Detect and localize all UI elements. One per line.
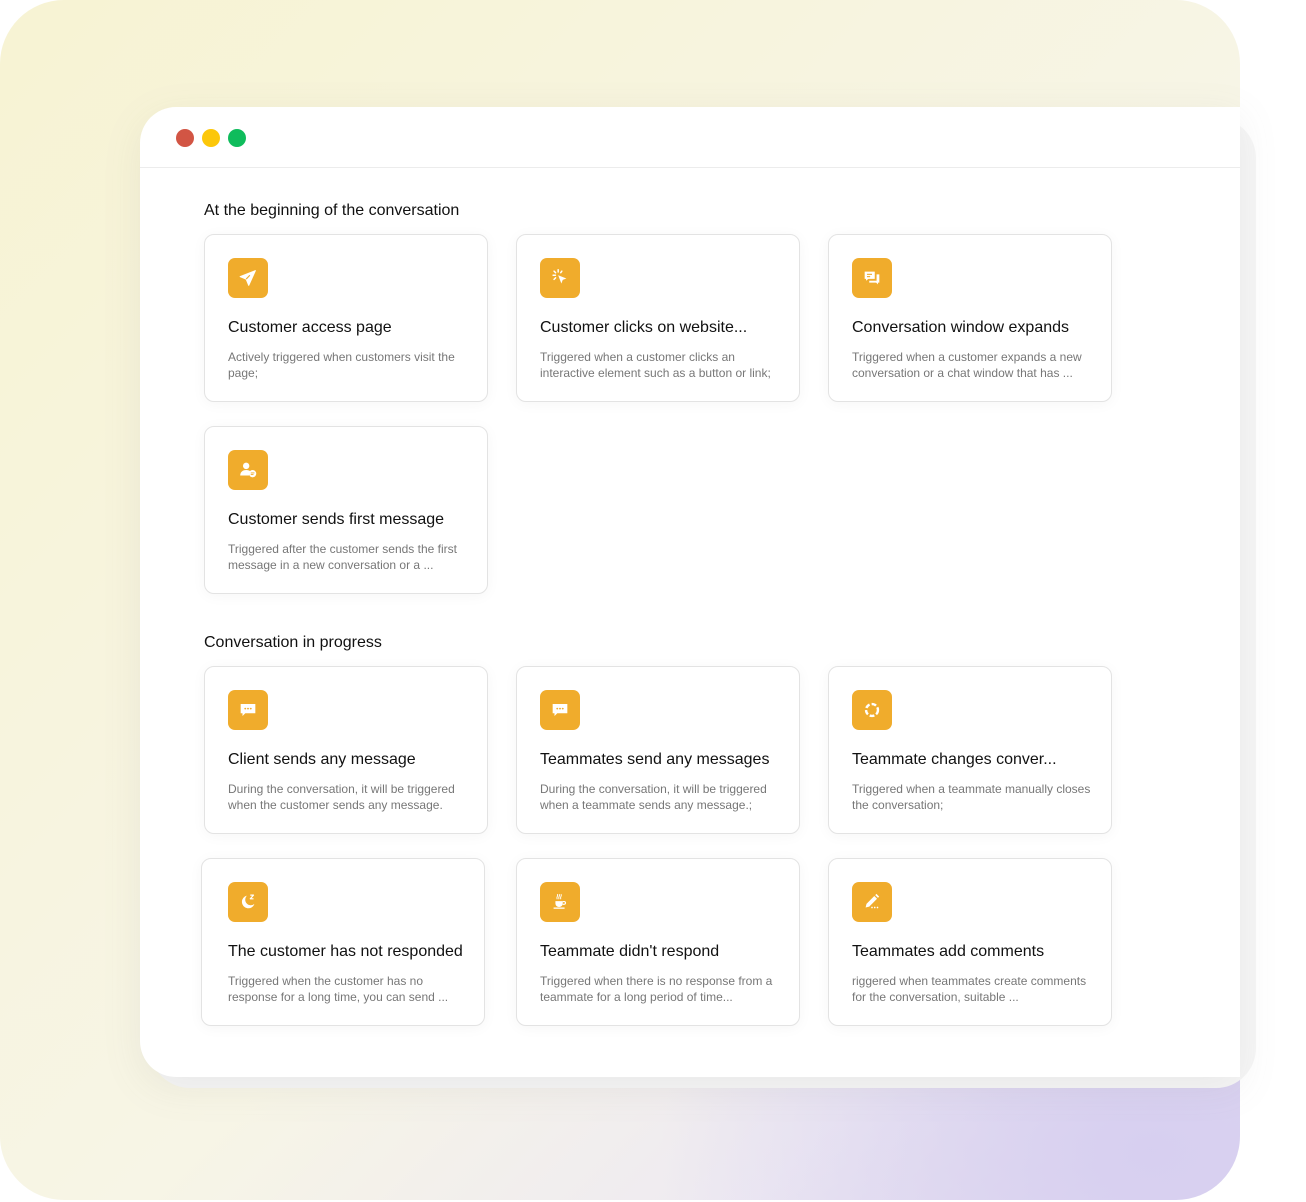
app-window: At the beginning of the conversation Cus… — [140, 107, 1240, 1077]
trigger-list: At the beginning of the conversation Cus… — [201, 167, 1240, 1077]
trigger-card-customer-access-page[interactable]: Customer access page Actively triggered … — [204, 234, 488, 402]
window-controls — [176, 129, 246, 147]
card-title: Teammates send any messages — [540, 751, 770, 768]
card-description: Triggered when there is no response from… — [540, 974, 773, 1004]
user-message-icon — [228, 450, 268, 490]
dashed-circle-icon — [852, 690, 892, 730]
trigger-card-teammates-send-any-messages[interactable]: Teammates send any messages During the c… — [516, 666, 800, 834]
trigger-card-customer-not-responded[interactable]: The customer has not responded Triggered… — [201, 858, 485, 1026]
chat-bubbles-icon — [852, 258, 892, 298]
title-bar — [140, 107, 1240, 168]
section-title-in-progress: Conversation in progress — [204, 634, 382, 651]
message-dots-icon — [540, 690, 580, 730]
trigger-card-teammate-didnt-respond[interactable]: Teammate didn't respond Triggered when t… — [516, 858, 800, 1026]
card-title: Conversation window expands — [852, 319, 1070, 336]
coffee-cup-icon — [540, 882, 580, 922]
card-title: Client sends any message — [228, 751, 416, 768]
card-description: Triggered when a teammate manually close… — [852, 782, 1091, 812]
trigger-card-conversation-window-expands[interactable]: Conversation window expands Triggered wh… — [828, 234, 1112, 402]
card-description: During the conversation, it will be trig… — [228, 782, 455, 812]
card-title: Customer sends first message — [228, 511, 445, 528]
trigger-card-teammate-changes-conversation[interactable]: Teammate changes conver... Triggered whe… — [828, 666, 1112, 834]
card-description: Triggered when the customer has no respo… — [228, 974, 449, 1004]
trigger-card-customer-sends-first-message[interactable]: Customer sends first message Triggered a… — [204, 426, 488, 594]
card-title: Customer clicks on website... — [540, 319, 748, 336]
moon-sleep-icon — [228, 882, 268, 922]
card-title: Teammate didn't respond — [540, 943, 720, 960]
card-description: Triggered when a customer expands a new … — [852, 350, 1082, 380]
trigger-card-customer-clicks-website[interactable]: Customer clicks on website... Triggered … — [516, 234, 800, 402]
trigger-card-client-sends-any-message[interactable]: Client sends any message During the conv… — [204, 666, 488, 834]
close-window-button[interactable] — [176, 129, 194, 147]
card-description: Triggered when a customer clicks an inte… — [540, 350, 771, 380]
trigger-card-teammates-add-comments[interactable]: Teammates add comments riggered when tea… — [828, 858, 1112, 1026]
paper-plane-icon — [228, 258, 268, 298]
pencil-comment-icon — [852, 882, 892, 922]
cursor-click-icon — [540, 258, 580, 298]
card-description: Triggered after the customer sends the f… — [228, 542, 457, 572]
message-dots-icon — [228, 690, 268, 730]
minimize-window-button[interactable] — [202, 129, 220, 147]
section-title-beginning: At the beginning of the conversation — [204, 202, 460, 219]
card-description: Actively triggered when customers visit … — [228, 350, 455, 380]
card-title: The customer has not responded — [228, 943, 463, 960]
card-description: During the conversation, it will be trig… — [540, 782, 767, 812]
card-title: Teammates add comments — [852, 943, 1045, 960]
card-title: Customer access page — [228, 319, 392, 336]
card-title: Teammate changes conver... — [852, 751, 1057, 768]
card-description: riggered when teammates create comments … — [852, 974, 1087, 1004]
maximize-window-button[interactable] — [228, 129, 246, 147]
